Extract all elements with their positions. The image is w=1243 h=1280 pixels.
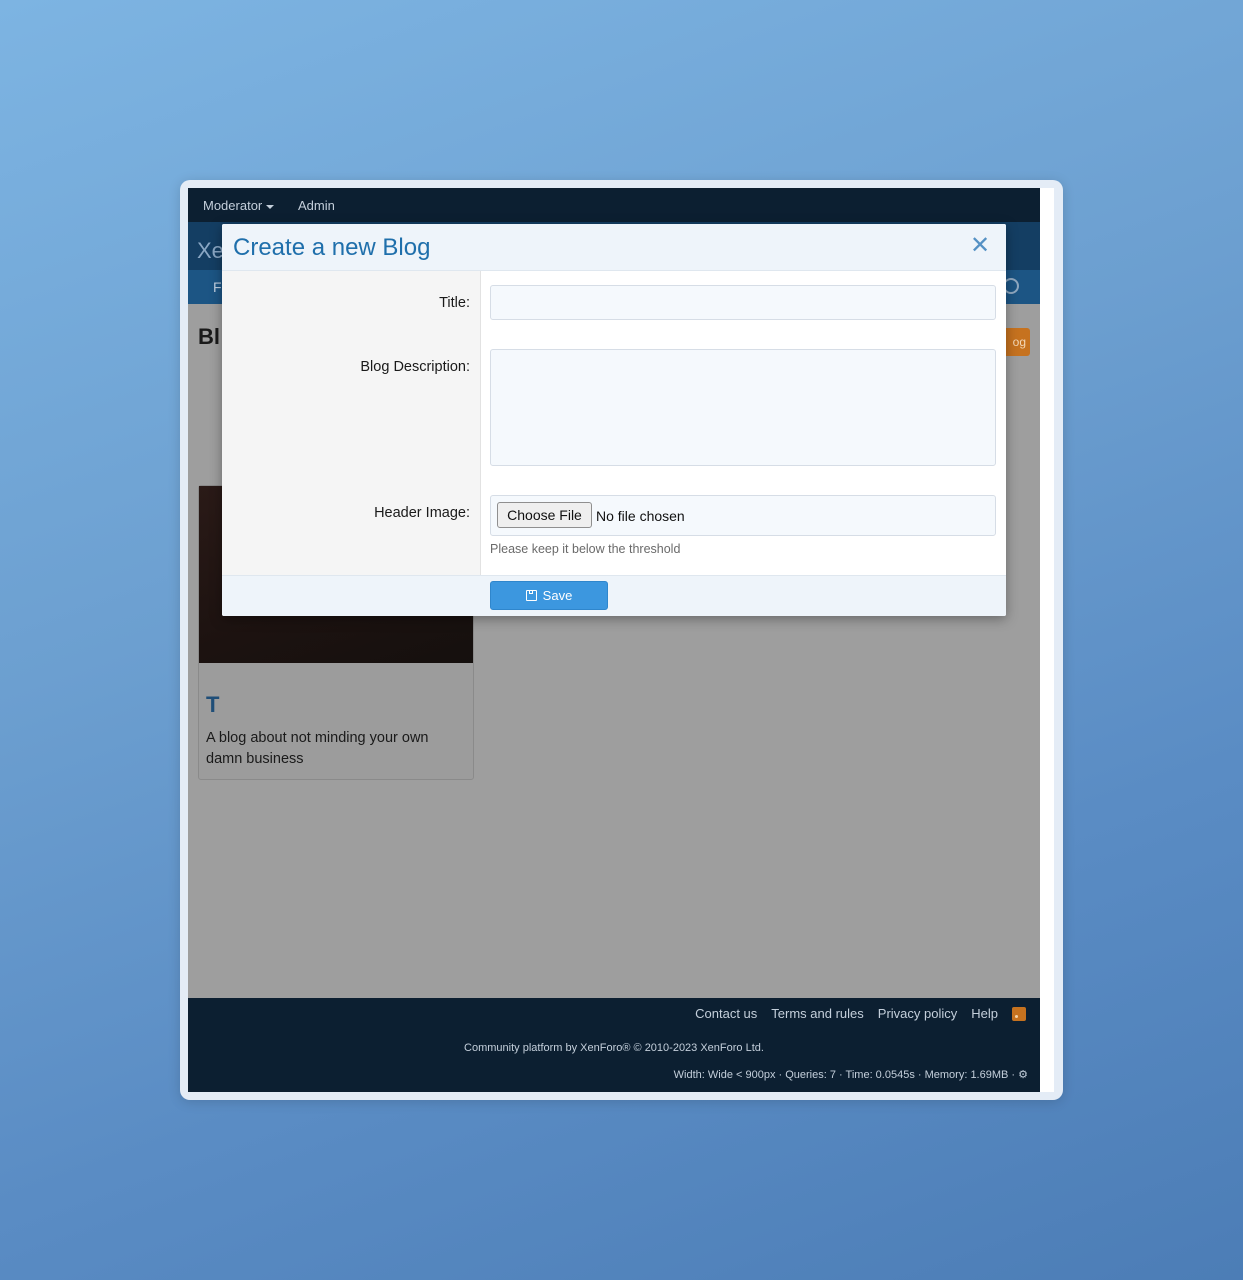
- top-nav: Moderator Admin: [188, 188, 1040, 222]
- admin-link[interactable]: Admin: [298, 198, 335, 213]
- file-status: No file chosen: [596, 508, 685, 524]
- description-textarea[interactable]: [490, 349, 996, 466]
- footer-link-terms[interactable]: Terms and rules: [771, 1006, 863, 1021]
- footer-link-help[interactable]: Help: [971, 1006, 998, 1021]
- page-title: Bl: [198, 324, 220, 349]
- dialog-footer: Save: [222, 575, 1006, 616]
- footer-links: Contact us Terms and rules Privacy polic…: [695, 1006, 1026, 1021]
- title-input[interactable]: [490, 285, 996, 320]
- choose-file-button[interactable]: Choose File: [497, 502, 592, 528]
- title-label: Title:: [439, 295, 470, 311]
- save-icon: [525, 590, 537, 601]
- label-column: [222, 271, 481, 575]
- dialog-header: Create a new Blog ✕: [222, 224, 1006, 271]
- debug-info: Width: Wide < 900px · Queries: 7 · Time:…: [673, 1069, 1028, 1081]
- copyright-text: Community platform by XenForo® © 2010-20…: [464, 1042, 764, 1054]
- header-image-hint: Please keep it below the threshold: [490, 542, 681, 556]
- save-button[interactable]: Save: [490, 581, 608, 610]
- rss-icon[interactable]: [1012, 1006, 1026, 1021]
- save-label: Save: [542, 588, 573, 603]
- scrollbar-track[interactable]: [1040, 188, 1054, 1092]
- header-image-file-input: Choose File No file chosen: [490, 495, 996, 536]
- nav-tab[interactable]: F: [213, 279, 222, 295]
- blog-card-description: A blog about not minding your own damn b…: [206, 730, 429, 767]
- close-icon[interactable]: ✕: [970, 234, 990, 258]
- site-footer: Contact us Terms and rules Privacy polic…: [188, 998, 1040, 1092]
- blog-card-title[interactable]: T: [206, 692, 219, 718]
- moderator-label: Moderator: [203, 198, 263, 213]
- site-logo[interactable]: Xe: [197, 238, 224, 264]
- description-label: Blog Description:: [360, 359, 470, 375]
- header-image-label: Header Image:: [374, 505, 470, 521]
- create-blog-dialog: Create a new Blog ✕ Title: Blog Descript…: [222, 224, 1006, 616]
- footer-link-contact[interactable]: Contact us: [695, 1006, 757, 1021]
- footer-link-privacy[interactable]: Privacy policy: [878, 1006, 957, 1021]
- moderator-menu[interactable]: Moderator: [203, 198, 275, 213]
- dialog-title: Create a new Blog: [233, 234, 431, 261]
- chevron-down-icon: [266, 204, 275, 209]
